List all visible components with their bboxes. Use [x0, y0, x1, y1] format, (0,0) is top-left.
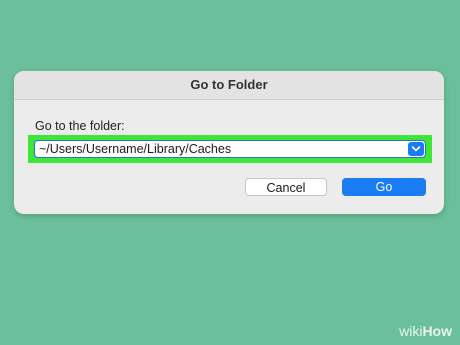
path-field-highlight: ~/Users/Username/Library/Caches	[28, 135, 432, 163]
folder-prompt-label: Go to the folder:	[35, 119, 125, 133]
chevron-down-icon	[411, 146, 421, 152]
dialog-titlebar: Go to Folder	[14, 71, 444, 100]
folder-path-input[interactable]: ~/Users/Username/Library/Caches	[34, 140, 426, 158]
cancel-button[interactable]: Cancel	[245, 178, 327, 196]
watermark-wiki-text: wiki	[399, 323, 423, 339]
path-history-dropdown-button[interactable]	[408, 142, 424, 156]
wikihow-watermark: wikiHow	[399, 323, 452, 339]
watermark-how-text: How	[422, 323, 452, 339]
dialog-title: Go to Folder	[190, 77, 268, 92]
folder-path-value: ~/Users/Username/Library/Caches	[39, 142, 232, 156]
go-to-folder-dialog: Go to Folder Go to the folder: ~/Users/U…	[14, 71, 444, 214]
go-button[interactable]: Go	[342, 178, 426, 196]
